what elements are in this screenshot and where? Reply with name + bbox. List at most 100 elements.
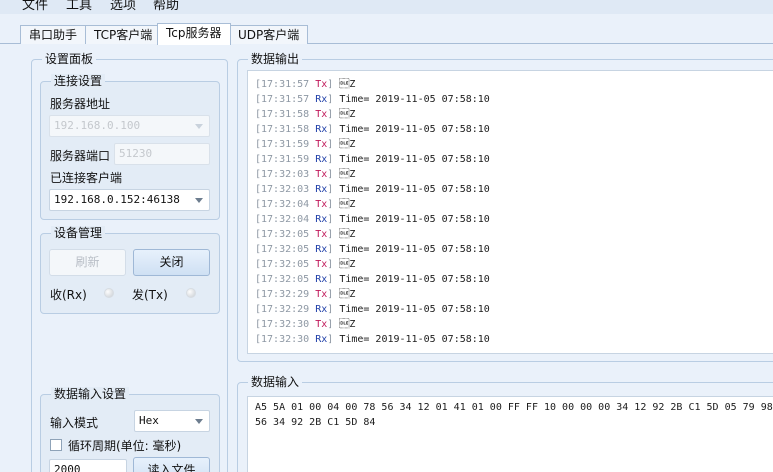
loop-send-checkbox[interactable]	[50, 439, 62, 451]
connected-client-value: 192.168.0.152:46138	[54, 193, 180, 206]
log-direction: Tx	[315, 259, 328, 270]
log-line: [17:32:03 Rx] Time= 2019-11-05 07:58:10	[255, 182, 773, 197]
log-direction: Rx	[315, 274, 328, 285]
log-timestamp: [17:32:04	[255, 214, 310, 225]
menu-bar: 文件 工具 选项 帮助	[0, 0, 773, 14]
log-payload: Z	[339, 109, 356, 120]
log-direction: Rx	[315, 184, 328, 195]
log-payload: Time= 2019-11-05 07:58:10	[339, 124, 490, 135]
log-timestamp: [17:32:05	[255, 229, 310, 240]
data-input-hex-value: A5 5A 01 00 04 00 78 56 34 12 01 41 01 0…	[255, 402, 773, 428]
log-line: [17:32:05 Rx] Time= 2019-11-05 07:58:10	[255, 272, 773, 287]
log-timestamp: [17:31:59	[255, 139, 310, 150]
log-line: [17:32:29 Rx] Time= 2019-11-05 07:58:10	[255, 302, 773, 317]
log-payload: Z	[339, 319, 356, 330]
server-address-label: 服务器地址	[50, 97, 111, 111]
log-timestamp: [17:32:03	[255, 184, 310, 195]
connected-client-select[interactable]: 192.168.0.152:46138	[49, 189, 210, 211]
log-bracket: ]	[327, 214, 340, 225]
tab-udp-client[interactable]: UDP客户端	[229, 25, 309, 44]
menu-file[interactable]: 文件	[22, 0, 48, 13]
log-line: [17:32:29 Tx] Z	[255, 287, 773, 302]
loop-period-input[interactable]: 2000	[49, 459, 127, 472]
server-address-value: 192.168.0.100	[54, 119, 141, 132]
log-bracket: ]	[327, 139, 340, 150]
log-timestamp: [17:32:29	[255, 289, 310, 300]
server-port-label: 服务器端口	[50, 149, 111, 163]
log-bracket: ]	[327, 79, 340, 90]
input-mode-select[interactable]: Hex	[134, 410, 210, 432]
tab-serial-assistant[interactable]: 串口助手	[20, 25, 87, 44]
log-direction: Tx	[315, 199, 328, 210]
log-timestamp: [17:31:58	[255, 124, 310, 135]
close-button[interactable]: 关闭	[133, 249, 210, 276]
log-line: [17:32:30 Tx] Z	[255, 317, 773, 332]
log-bracket: ]	[327, 124, 340, 135]
log-bracket: ]	[327, 244, 340, 255]
device-management-title: 设备管理	[51, 226, 106, 240]
data-input-textarea[interactable]: A5 5A 01 00 04 00 78 56 34 12 01 41 01 0…	[247, 396, 773, 472]
refresh-button[interactable]: 刷新	[49, 249, 126, 276]
menu-options[interactable]: 选项	[110, 0, 136, 13]
log-timestamp: [17:32:04	[255, 199, 310, 210]
log-bracket: ]	[327, 289, 340, 300]
log-direction: Tx	[315, 319, 328, 330]
log-line: [17:32:04 Tx] Z	[255, 197, 773, 212]
log-line: [17:31:57 Rx] Time= 2019-11-05 07:58:10	[255, 92, 773, 107]
connected-clients-label: 已连接客户端	[50, 171, 123, 185]
log-payload: Z	[339, 289, 356, 300]
server-port-input[interactable]: 51230	[114, 143, 210, 165]
log-bracket: ]	[327, 94, 340, 105]
log-line: [17:32:05 Rx] Time= 2019-11-05 07:58:10	[255, 242, 773, 257]
server-address-select[interactable]: 192.168.0.100	[49, 115, 210, 137]
log-direction: Rx	[315, 334, 328, 345]
log-timestamp: [17:31:57	[255, 94, 310, 105]
log-timestamp: [17:32:05	[255, 259, 310, 270]
log-timestamp: [17:31:58	[255, 109, 310, 120]
tab-strip: 串口助手 TCP客户端 Tcp服务器 UDP客户端	[0, 22, 773, 45]
log-payload: Z	[339, 79, 356, 90]
log-direction: Tx	[315, 79, 328, 90]
log-payload: Time= 2019-11-05 07:58:10	[339, 154, 490, 165]
log-bracket: ]	[327, 304, 340, 315]
log-timestamp: [17:31:57	[255, 79, 310, 90]
log-payload: Time= 2019-11-05 07:58:10	[339, 214, 490, 225]
log-timestamp: [17:32:05	[255, 274, 310, 285]
chevron-down-icon	[195, 419, 203, 424]
loop-period-label: 循环周期(单位: 毫秒)	[68, 439, 182, 453]
read-file-button[interactable]: 读入文件	[133, 457, 210, 472]
tab-tcp-server[interactable]: Tcp服务器	[157, 23, 231, 45]
log-line: [17:32:03 Tx] Z	[255, 167, 773, 182]
log-line: [17:32:05 Tx] Z	[255, 257, 773, 272]
log-bracket: ]	[327, 274, 340, 285]
menu-help[interactable]: 帮助	[153, 0, 179, 13]
log-bracket: ]	[327, 229, 340, 240]
log-direction: Rx	[315, 124, 328, 135]
log-timestamp: [17:32:03	[255, 169, 310, 180]
loop-period-value: 2000	[54, 463, 81, 472]
tx-indicator-led	[186, 288, 196, 298]
data-input-settings-title: 数据输入设置	[51, 387, 130, 401]
rx-label: 收(Rx)	[50, 288, 87, 302]
log-payload: Time= 2019-11-05 07:58:10	[339, 184, 490, 195]
log-direction: Tx	[315, 109, 328, 120]
server-port-value: 51230	[119, 147, 153, 160]
data-output-log[interactable]: [17:31:57 Tx] Z [17:31:57 Rx] Time= 2019…	[247, 70, 773, 354]
input-mode-value: Hex	[139, 414, 159, 427]
log-line: [17:31:58 Tx] Z	[255, 107, 773, 122]
log-payload: Z	[339, 229, 356, 240]
data-output-title: 数据输出	[248, 52, 303, 66]
log-timestamp: [17:32:30	[255, 319, 310, 330]
log-bracket: ]	[327, 319, 340, 330]
menu-tools[interactable]: 工具	[66, 0, 92, 13]
tab-tcp-client[interactable]: TCP客户端	[85, 25, 162, 44]
log-bracket: ]	[327, 259, 340, 270]
log-payload: Time= 2019-11-05 07:58:10	[339, 244, 490, 255]
log-timestamp: [17:32:05	[255, 244, 310, 255]
log-timestamp: [17:32:30	[255, 334, 310, 345]
log-direction: Tx	[315, 139, 328, 150]
chevron-down-icon	[195, 124, 203, 129]
log-bracket: ]	[327, 169, 340, 180]
chevron-down-icon	[195, 198, 203, 203]
tx-label: 发(Tx)	[132, 288, 168, 302]
